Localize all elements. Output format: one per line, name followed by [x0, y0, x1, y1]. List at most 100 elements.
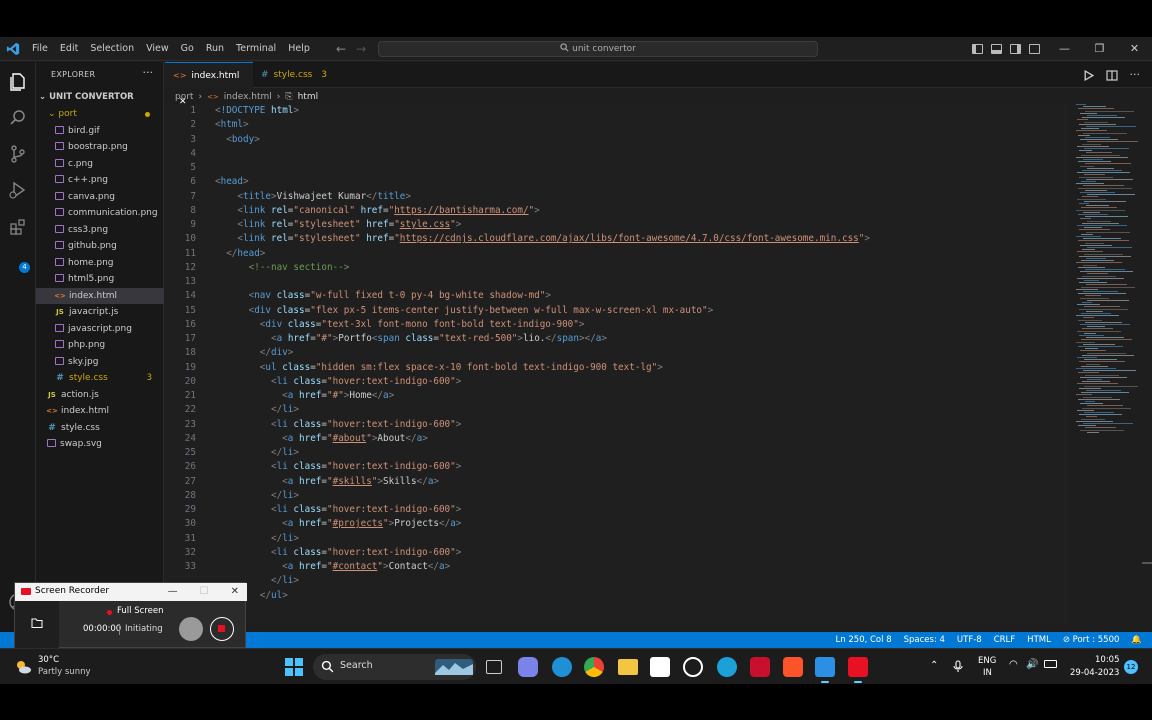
- code-line[interactable]: 14 <nav class="w-full fixed t-0 py-4 bg-…: [165, 289, 1070, 303]
- run-debug-icon[interactable]: [8, 180, 28, 200]
- code-line[interactable]: 33 <a href="#contact">Contact</a>: [165, 560, 1070, 574]
- code-line[interactable]: 5: [165, 161, 1070, 175]
- menu-view[interactable]: View: [140, 37, 175, 61]
- live-server-port[interactable]: ⊘ Port : 5500: [1063, 632, 1120, 648]
- more-actions-icon[interactable]: ···: [143, 66, 154, 79]
- menu-help[interactable]: Help: [282, 37, 316, 61]
- source-control-icon[interactable]: [8, 144, 28, 164]
- code-line[interactable]: 12 <!--nav section-->: [165, 261, 1070, 275]
- code-line[interactable]: 32 <li class="hover:text-indigo-600">: [165, 546, 1070, 560]
- notification-count[interactable]: 12: [1124, 660, 1138, 674]
- task-view-icon[interactable]: [486, 660, 502, 674]
- github-desktop-icon[interactable]: [683, 657, 703, 677]
- tab-index-html[interactable]: <> index.html ✕: [165, 62, 253, 107]
- file-item[interactable]: communication.png: [36, 205, 164, 222]
- code-line[interactable]: </ul>: [165, 589, 1070, 603]
- file-item[interactable]: github.png: [36, 238, 164, 255]
- language-mode[interactable]: HTML: [1027, 632, 1051, 648]
- code-line[interactable]: 21 <a href="#">Home</a>: [165, 389, 1070, 403]
- file-item[interactable]: c.png: [36, 156, 164, 173]
- forward-arrow-icon[interactable]: →: [356, 37, 366, 61]
- file-item[interactable]: php.png: [36, 337, 164, 354]
- pause-button[interactable]: [179, 617, 203, 641]
- code-line[interactable]: 3 <body>: [165, 133, 1070, 147]
- breadcrumb-folder[interactable]: port: [175, 92, 193, 102]
- breadcrumb-file[interactable]: index.html: [224, 92, 272, 102]
- more-actions-icon[interactable]: ···: [1130, 62, 1141, 88]
- file-item[interactable]: home.png: [36, 255, 164, 272]
- file-item[interactable]: sky.jpg: [36, 354, 164, 371]
- code-editor[interactable]: 1 <!DOCTYPE html> 2 <html> 3 <body> 4 5 6 <head>…: [165, 104, 1070, 624]
- file-item[interactable]: boostrap.png: [36, 139, 164, 156]
- code-line[interactable]: 30 <a href="#projects">Projects</a>: [165, 517, 1070, 531]
- mcafee-icon[interactable]: [750, 657, 770, 677]
- language-bottom[interactable]: IN: [983, 668, 992, 678]
- code-line[interactable]: </li>: [165, 574, 1070, 588]
- maximize-button[interactable]: ❐: [1082, 37, 1117, 61]
- volume-icon[interactable]: 🔊: [1026, 659, 1038, 670]
- code-line[interactable]: 10 <link rel="stylesheet" href="https://…: [165, 232, 1070, 246]
- stop-button[interactable]: [210, 617, 234, 641]
- extensions-icon[interactable]: [8, 217, 28, 237]
- minimize-button[interactable]: —: [1047, 37, 1082, 61]
- chrome-browser-icon[interactable]: [584, 657, 604, 677]
- code-line[interactable]: 9 <link rel="stylesheet" href="style.css…: [165, 218, 1070, 232]
- tab-style-css[interactable]: # style.css 3: [253, 62, 333, 88]
- notifications-icon[interactable]: 🔔: [1131, 632, 1142, 648]
- close-button[interactable]: ✕: [1117, 37, 1152, 61]
- command-center-search[interactable]: unit convertor: [378, 41, 818, 57]
- cursor-position[interactable]: Ln 250, Col 8: [836, 632, 892, 648]
- customize-layout-icon[interactable]: [1029, 44, 1040, 54]
- indentation[interactable]: Spaces: 4: [904, 632, 945, 648]
- battery-icon[interactable]: [1044, 660, 1057, 668]
- menu-go[interactable]: Go: [175, 37, 200, 61]
- recorder-minimize-button[interactable]: —: [168, 583, 178, 601]
- brave-browser-icon[interactable]: [783, 657, 803, 677]
- microphone-icon[interactable]: [953, 660, 963, 673]
- code-line[interactable]: 13: [165, 275, 1070, 289]
- code-line[interactable]: 28 </li>: [165, 489, 1070, 503]
- code-line[interactable]: 22 </li>: [165, 403, 1070, 417]
- clock-time[interactable]: 10:05: [1095, 655, 1120, 665]
- code-line[interactable]: 31 </li>: [165, 532, 1070, 546]
- encoding[interactable]: UTF-8: [957, 632, 982, 648]
- code-line[interactable]: 24 <a href="#about">About</a>: [165, 432, 1070, 446]
- file-item[interactable]: # style.css: [36, 420, 164, 437]
- file-item[interactable]: c++.png: [36, 172, 164, 189]
- code-line[interactable]: 11 </head>: [165, 247, 1070, 261]
- microsoft-store-icon[interactable]: [650, 657, 670, 677]
- menu-selection[interactable]: Selection: [84, 37, 140, 61]
- recorder-maximize-button[interactable]: ☐: [200, 583, 209, 601]
- language-top[interactable]: ENG: [978, 656, 996, 666]
- code-line[interactable]: 6 <head>: [165, 175, 1070, 189]
- workspace-root-folder[interactable]: ⌄ UNIT CONVERTOR: [39, 92, 134, 102]
- file-item[interactable]: javascript.png: [36, 321, 164, 338]
- explorer-icon[interactable]: [8, 72, 28, 92]
- file-item[interactable]: JS action.js: [36, 387, 164, 404]
- open-folder-button[interactable]: [15, 601, 59, 648]
- code-line[interactable]: 15 <div class="flex px-5 items-center ju…: [165, 304, 1070, 318]
- folder-item[interactable]: ⌄ port: [36, 106, 164, 123]
- file-explorer-icon[interactable]: [618, 659, 638, 675]
- menu-run[interactable]: Run: [200, 37, 230, 61]
- end-of-line[interactable]: CRLF: [994, 632, 1015, 648]
- file-item[interactable]: JS javacript.js: [36, 304, 164, 321]
- toggle-primary-sidebar-icon[interactable]: [972, 44, 983, 54]
- code-line[interactable]: 18 </div>: [165, 346, 1070, 360]
- scrollbar-thumb[interactable]: [1142, 562, 1152, 564]
- toggle-secondary-sidebar-icon[interactable]: [1010, 44, 1021, 54]
- recording-mode[interactable]: Full Screen: [117, 606, 163, 616]
- file-item[interactable]: <> index.html: [36, 403, 164, 420]
- code-line[interactable]: 29 <li class="hover:text-indigo-600">: [165, 503, 1070, 517]
- code-line[interactable]: 8 <link rel="canonical" href="https://ba…: [165, 204, 1070, 218]
- taskbar-search[interactable]: Search: [313, 654, 476, 680]
- code-line[interactable]: 20 <li class="hover:text-indigo-600">: [165, 375, 1070, 389]
- code-line[interactable]: 16 <div class="text-3xl font-mono font-b…: [165, 318, 1070, 332]
- code-line[interactable]: 19 <ul class="hidden sm:flex space-x-10 …: [165, 361, 1070, 375]
- code-line[interactable]: 2 <html>: [165, 118, 1070, 132]
- run-icon[interactable]: [1083, 70, 1094, 81]
- code-line[interactable]: 27 <a href="#skills">Skills</a>: [165, 475, 1070, 489]
- vscode-taskbar-icon[interactable]: [815, 657, 835, 683]
- back-arrow-icon[interactable]: ←: [336, 37, 346, 61]
- code-line[interactable]: 26 <li class="hover:text-indigo-600">: [165, 460, 1070, 474]
